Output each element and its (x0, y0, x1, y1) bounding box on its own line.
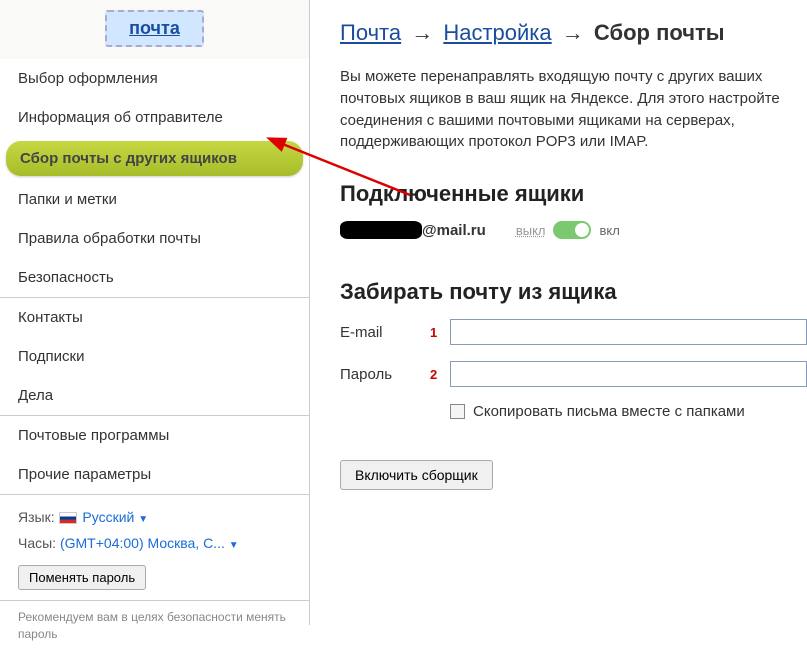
main-content: Почта → Настройка → Сбор почты Вы можете… (310, 0, 807, 625)
sidebar-item-folders[interactable]: Папки и метки (0, 180, 309, 219)
ru-flag-icon (59, 512, 77, 524)
copy-folders-checkbox[interactable] (450, 404, 465, 419)
sidebar-item-subs[interactable]: Подписки (0, 337, 309, 376)
timezone-selector[interactable]: Часы: (GMT+04:00) Москва, С... ▼ (18, 535, 291, 551)
nav-group-1: Выбор оформления Информация об отправите… (0, 59, 309, 298)
sidebar-item-theme[interactable]: Выбор оформления (0, 59, 309, 98)
mailbox-toggle[interactable] (553, 221, 591, 239)
breadcrumb-settings[interactable]: Настройка (443, 20, 551, 45)
annotation-num-2: 2 (430, 367, 450, 382)
breadcrumb: Почта → Настройка → Сбор почты (340, 20, 807, 46)
breadcrumb-mail[interactable]: Почта (340, 20, 401, 45)
locale-section: Язык: Русский ▼ Часы: (GMT+04:00) Москва… (0, 495, 309, 601)
change-password-button[interactable]: Поменять пароль (18, 565, 146, 590)
timezone-label: Часы: (18, 535, 56, 551)
redacted-username (340, 221, 422, 239)
breadcrumb-current: Сбор почты (594, 20, 725, 45)
password-label: Пароль (340, 366, 430, 383)
password-tip: Рекомендуем вам в целях безопасности мен… (0, 601, 309, 651)
connected-mailbox-row: @mail.ru выкл вкл (340, 221, 807, 239)
sidebar-item-mail-collect[interactable]: Сбор почты с других ящиков (6, 141, 303, 176)
fetch-heading: Забирать почту из ящика (340, 279, 807, 305)
language-selector[interactable]: Язык: Русский ▼ (18, 509, 291, 525)
breadcrumb-sep: → (562, 20, 584, 45)
breadcrumb-sep: → (411, 20, 433, 45)
enable-collector-button[interactable]: Включить сборщик (340, 460, 493, 490)
sidebar-item-other[interactable]: Прочие параметры (0, 455, 309, 494)
connected-heading: Подключенные ящики (340, 181, 807, 207)
copy-folders-label: Скопировать письма вместе с папками (473, 403, 745, 420)
sidebar-item-sender-info[interactable]: Информация об отправителе (0, 98, 309, 137)
sidebar-item-security[interactable]: Безопасность (0, 258, 309, 297)
chevron-down-icon: ▼ (138, 514, 148, 525)
sidebar: почта Выбор оформления Информация об отп… (0, 0, 310, 625)
nav-group-2: Контакты Подписки Дела (0, 298, 309, 416)
toggle-off-label[interactable]: выкл (516, 223, 546, 238)
annotation-num-1: 1 (430, 325, 450, 340)
language-value: Русский (82, 509, 134, 525)
page-description: Вы можете перенаправлять входящую почту … (340, 66, 807, 153)
toggle-on-label: вкл (599, 223, 619, 238)
timezone-value: (GMT+04:00) Москва, С... (60, 535, 225, 551)
logo-area: почта (0, 0, 309, 59)
sidebar-item-rules[interactable]: Правила обработки почты (0, 219, 309, 258)
language-label: Язык: (18, 509, 55, 525)
chevron-down-icon: ▼ (229, 540, 239, 551)
sidebar-item-tasks[interactable]: Дела (0, 376, 309, 415)
email-label: E-mail (340, 324, 430, 341)
copy-folders-row: Скопировать письма вместе с папками (450, 403, 807, 420)
mailbox-domain: @mail.ru (422, 222, 486, 239)
sidebar-item-contacts[interactable]: Контакты (0, 298, 309, 337)
password-input[interactable] (450, 361, 807, 387)
logo-mail[interactable]: почта (105, 10, 204, 47)
sidebar-item-clients[interactable]: Почтовые программы (0, 416, 309, 455)
nav-group-3: Почтовые программы Прочие параметры (0, 416, 309, 495)
password-row: Пароль 2 (340, 361, 807, 387)
email-input[interactable] (450, 319, 807, 345)
email-row: E-mail 1 (340, 319, 807, 345)
